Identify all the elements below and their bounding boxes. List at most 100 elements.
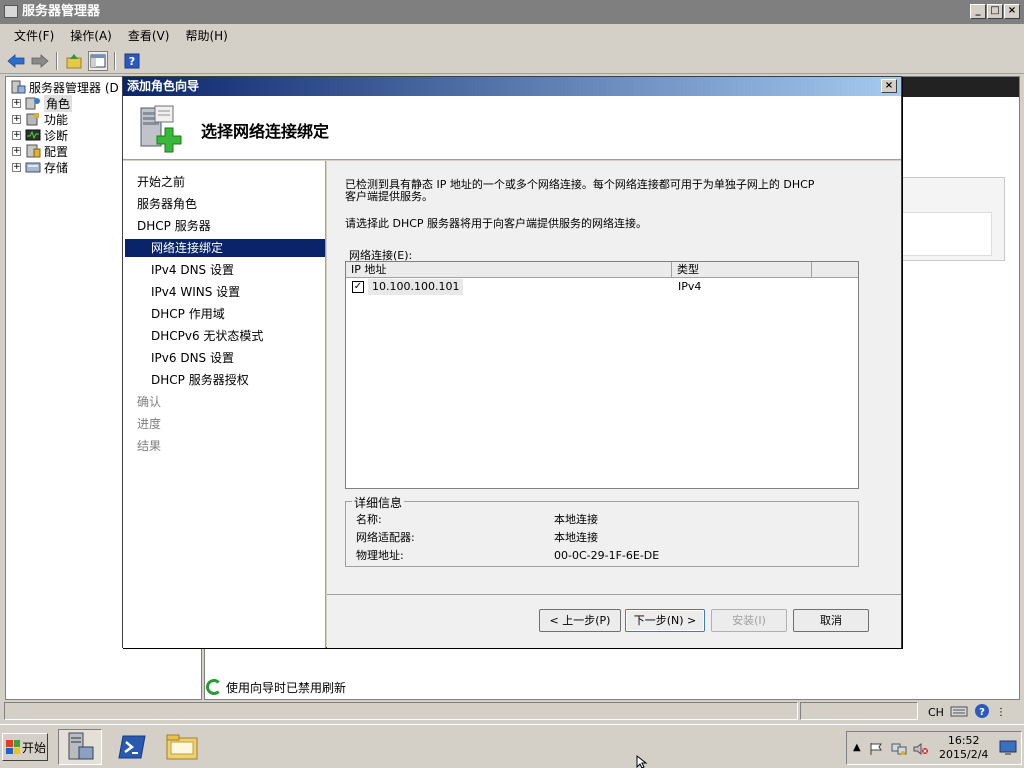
storage-icon xyxy=(25,160,41,174)
svg-text:?: ? xyxy=(979,707,985,718)
nav-dhcp-scopes[interactable]: DHCP 作用域 xyxy=(151,305,225,323)
network-icon[interactable] xyxy=(891,742,907,759)
forward-icon[interactable] xyxy=(30,51,50,71)
show-hidden-icons-icon[interactable]: ▲ xyxy=(853,742,861,753)
taskbar-powershell[interactable] xyxy=(110,729,154,765)
wizard-title-bar[interactable]: 添加角色向导 xyxy=(123,77,901,96)
connection-checkbox[interactable]: ✓ xyxy=(352,281,364,293)
toolbar-separator xyxy=(56,51,58,70)
close-button[interactable]: × xyxy=(1004,4,1020,19)
nav-ipv4-dns[interactable]: IPv4 DNS 设置 xyxy=(151,261,234,279)
install-button: 安装(I) xyxy=(711,609,787,632)
previous-button[interactable]: < 上一步(P) xyxy=(539,609,621,632)
clock-date: 2015/2/4 xyxy=(939,748,989,761)
tree-item-diagnostics[interactable]: + 诊断 xyxy=(12,127,68,143)
refresh-message: 使用向导时已禁用刷新 xyxy=(226,680,347,695)
mouse-cursor-icon xyxy=(636,754,648,768)
tree-item-roles[interactable]: + 角色 xyxy=(12,94,73,112)
show-hide-icon[interactable] xyxy=(88,50,108,71)
menu-view[interactable]: 查看(V) xyxy=(120,25,178,47)
options-icon[interactable]: ⋮ xyxy=(996,707,1006,718)
content-panel-inner xyxy=(892,212,992,256)
table-row[interactable]: ✓ 10.100.100.101 IPv4 xyxy=(346,279,858,295)
main-title-bar[interactable]: 服务器管理器 _ □ × xyxy=(0,0,1024,24)
server-icon xyxy=(10,80,26,94)
status-cell xyxy=(800,702,918,720)
tree-item-storage[interactable]: + 存储 xyxy=(12,159,68,175)
clock[interactable]: 16:52 2015/2/4 xyxy=(939,734,988,762)
keyboard-icon[interactable] xyxy=(950,704,968,721)
detail-label-mac: 物理地址: xyxy=(356,549,404,562)
powershell-icon xyxy=(118,735,146,759)
connection-type: IPv4 xyxy=(678,280,702,293)
folder-icon xyxy=(166,734,198,760)
language-bar: CH ? ⋮ xyxy=(924,702,1020,722)
server-manager-icon xyxy=(4,5,18,18)
help-circle-icon[interactable]: ? xyxy=(974,703,990,722)
volume-muted-icon[interactable] xyxy=(913,742,929,759)
detail-value-name: 本地连接 xyxy=(554,513,598,526)
clock-time: 16:52 xyxy=(947,734,980,747)
details-legend: 详细信息 xyxy=(352,494,405,511)
expand-icon[interactable]: + xyxy=(12,114,21,124)
column-type[interactable]: 类型 xyxy=(672,262,812,278)
column-ip-address[interactable]: IP 地址 xyxy=(346,262,672,278)
tree-root[interactable]: 服务器管理器 (D xyxy=(10,79,119,95)
menu-bar: 文件(F) 操作(A) 查看(V) 帮助(H) xyxy=(0,24,1024,48)
menu-help[interactable]: 帮助(H) xyxy=(177,25,235,47)
expand-icon[interactable]: + xyxy=(12,98,21,108)
expand-icon[interactable]: + xyxy=(12,130,21,140)
start-button[interactable]: 开始 xyxy=(2,733,48,761)
connection-ip: 10.100.100.101 xyxy=(368,279,464,295)
back-icon[interactable] xyxy=(6,51,26,71)
help-icon[interactable]: ? xyxy=(122,51,142,71)
tree-root-label: 服务器管理器 (D xyxy=(29,80,119,95)
nav-before-you-begin[interactable]: 开始之前 xyxy=(137,173,185,191)
detail-value-adapter: 本地连接 xyxy=(554,531,598,544)
taskbar-explorer[interactable] xyxy=(160,729,204,765)
detail-value-mac: 00-0C-29-1F-6E-DE xyxy=(554,549,660,562)
wizard-nav: 开始之前 服务器角色 DHCP 服务器 网络连接绑定 IPv4 DNS 设置 I… xyxy=(123,161,326,648)
cancel-button[interactable]: 取消 xyxy=(793,609,869,632)
configuration-icon xyxy=(25,144,41,158)
toolbar: ? xyxy=(0,48,1024,74)
add-role-icon xyxy=(137,104,183,154)
expand-icon[interactable]: + xyxy=(12,162,21,172)
wizard-close-button[interactable]: × xyxy=(881,79,897,93)
nav-dhcp-server[interactable]: DHCP 服务器 xyxy=(137,217,211,235)
menu-action[interactable]: 操作(A) xyxy=(62,25,120,47)
taskbar: 开始 ▲ 16:52 2015/2/4 xyxy=(0,724,1024,768)
maximize-button[interactable]: □ xyxy=(987,4,1003,19)
content-panel xyxy=(885,177,1005,261)
nav-ipv4-wins[interactable]: IPv4 WINS 设置 xyxy=(151,283,240,301)
tree-item-label: 功能 xyxy=(44,112,69,127)
details-group: 详细信息 名称: 本地连接 网络适配器: 本地连接 物理地址: 00-0C-29… xyxy=(345,494,859,567)
server-manager-icon xyxy=(68,732,94,760)
nav-ipv6-dns[interactable]: IPv6 DNS 设置 xyxy=(151,349,234,367)
minimize-button[interactable]: _ xyxy=(970,4,986,19)
tree-item-label: 存储 xyxy=(44,160,69,175)
refresh-status: 使用向导时已禁用刷新 xyxy=(206,678,346,696)
expand-icon[interactable]: + xyxy=(12,146,21,156)
tree-item-label: 诊断 xyxy=(44,128,69,143)
tree-item-configuration[interactable]: + 配置 xyxy=(12,143,68,159)
status-cell xyxy=(4,702,798,720)
show-desktop-icon[interactable] xyxy=(999,740,1017,759)
tree-item-label: 配置 xyxy=(44,144,69,159)
action-center-flag-icon[interactable] xyxy=(869,742,883,759)
nav-dhcpv6-stateless[interactable]: DHCPv6 无状态模式 xyxy=(151,327,263,345)
intro-text: 已检测到具有静态 IP 地址的一个或多个网络连接。每个网络连接都可用于为单独子网… xyxy=(345,179,865,203)
tree-item-features[interactable]: + 功能 xyxy=(12,111,68,127)
nav-network-binding[interactable]: 网络连接绑定 xyxy=(125,239,325,257)
nav-dhcp-authorization[interactable]: DHCP 服务器授权 xyxy=(151,371,249,389)
language-indicator[interactable]: CH xyxy=(928,706,944,719)
features-icon xyxy=(25,112,41,126)
next-button[interactable]: 下一步(N) > xyxy=(625,609,705,632)
nav-confirmation: 确认 xyxy=(137,395,162,409)
up-icon[interactable] xyxy=(64,51,84,71)
instruction-text: 请选择此 DHCP 服务器将用于向客户端提供服务的网络连接。 xyxy=(345,217,648,230)
taskbar-server-manager[interactable] xyxy=(58,729,102,765)
nav-server-roles[interactable]: 服务器角色 xyxy=(137,195,197,213)
network-connections-list[interactable]: IP 地址 类型 ✓ 10.100.100.101 IPv4 xyxy=(345,261,859,489)
menu-file[interactable]: 文件(F) xyxy=(6,25,62,47)
